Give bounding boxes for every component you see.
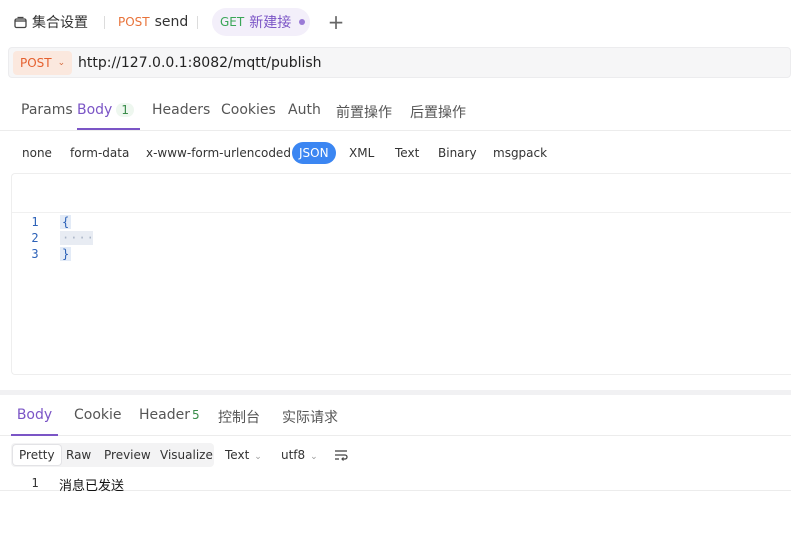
- request-tabs: Params Body 1 Headers Cookies Auth 前置操作 后…: [0, 93, 791, 131]
- tab-actual-request[interactable]: 实际请求: [282, 407, 338, 436]
- editor-toolbar: [12, 174, 791, 213]
- tab-separator: [104, 16, 105, 29]
- tab-auth[interactable]: Auth: [288, 102, 321, 130]
- response-view-toolbar: Pretty Raw Preview Visualize Text ⌄ utf8 ⌄: [11, 443, 791, 467]
- tab-label: 新建接: [249, 15, 292, 31]
- line-number: 1: [31, 476, 39, 490]
- tab-headers[interactable]: Headers: [152, 102, 210, 130]
- code-text: }: [60, 247, 72, 261]
- response-tabs: Body Cookie Header 5 控制台 实际请求: [0, 396, 791, 436]
- select-value: utf8: [281, 448, 306, 462]
- method-label: GET: [220, 15, 245, 29]
- body-type-selector: none form-data x-www-form-urlencoded JSO…: [0, 142, 791, 164]
- tab-response-cookie[interactable]: Cookie: [74, 407, 122, 436]
- url-bar: POST ⌄ http://127.0.0.1:8082/mqtt/publis…: [8, 47, 791, 78]
- method-value: POST: [20, 55, 52, 70]
- chevron-down-icon: ⌄: [310, 452, 318, 462]
- unsaved-dot-icon: [299, 19, 306, 25]
- method-label: POST: [118, 15, 150, 29]
- tab-label: send: [154, 14, 189, 30]
- line-number: 2: [31, 231, 39, 245]
- folder-icon: [14, 16, 27, 29]
- method-select[interactable]: POST ⌄: [13, 50, 72, 75]
- tab-post-operations[interactable]: 后置操作: [410, 102, 466, 130]
- code-line: 3 }: [12, 247, 791, 263]
- url-input[interactable]: http://127.0.0.1:8082/mqtt/publish: [78, 55, 322, 71]
- response-text: 消息已发送: [59, 479, 125, 494]
- count-badge: 5: [191, 408, 200, 422]
- view-mode-group: Pretty Raw Preview Visualize: [11, 443, 214, 467]
- tab-response-body[interactable]: Body: [11, 407, 58, 436]
- body-type-none[interactable]: none: [22, 142, 52, 164]
- count-badge: 1: [116, 103, 134, 117]
- body-type-urlencoded[interactable]: x-www-form-urlencoded: [146, 142, 291, 164]
- tab-post-send[interactable]: POST send: [118, 8, 188, 36]
- tab-cookies[interactable]: Cookies: [221, 102, 276, 130]
- view-preview[interactable]: Preview: [104, 445, 151, 465]
- line-number: 1: [31, 215, 39, 229]
- tab-get-new[interactable]: GET 新建接: [212, 8, 310, 36]
- encoding-select[interactable]: utf8 ⌄: [281, 445, 318, 465]
- view-pretty[interactable]: Pretty: [13, 445, 61, 465]
- chevron-down-icon: ⌄: [254, 452, 262, 462]
- tab-response-header[interactable]: Header 5: [139, 407, 200, 436]
- tab-label: 集合设置: [32, 15, 88, 31]
- add-tab-plus-icon[interactable]: +: [326, 10, 346, 34]
- view-visualize[interactable]: Visualize: [160, 445, 213, 465]
- chevron-down-icon: ⌄: [57, 57, 66, 68]
- tab-label: Body: [77, 102, 113, 118]
- request-tab-bar: 集合设置 POST send GET 新建接 +: [0, 0, 791, 44]
- editor-lines: 1 { 2 ···· 3 }: [12, 215, 791, 263]
- tab-console[interactable]: 控制台: [218, 407, 260, 436]
- code-line: 2 ····: [12, 231, 791, 247]
- body-type-form-data[interactable]: form-data: [70, 142, 129, 164]
- word-wrap-icon[interactable]: [334, 448, 348, 462]
- json-body-editor[interactable]: 1 { 2 ···· 3 }: [11, 173, 791, 375]
- line-number: 3: [31, 247, 39, 261]
- response-output: 1 消息已发送: [0, 475, 791, 494]
- tab-params[interactable]: Params: [21, 102, 73, 130]
- body-type-msgpack[interactable]: msgpack: [493, 142, 547, 164]
- tab-separator: [197, 16, 198, 29]
- format-select[interactable]: Text ⌄: [225, 445, 262, 465]
- tab-pre-operations[interactable]: 前置操作: [336, 102, 392, 130]
- code-line: 1 {: [12, 215, 791, 231]
- body-type-json[interactable]: JSON: [292, 142, 336, 164]
- body-type-xml[interactable]: XML: [349, 142, 374, 164]
- pane-resize-handle[interactable]: [0, 390, 791, 395]
- select-value: Text: [225, 448, 250, 462]
- code-text: ····: [60, 231, 95, 245]
- body-type-binary[interactable]: Binary: [438, 142, 477, 164]
- tab-body[interactable]: Body 1: [77, 102, 140, 130]
- tab-collection-settings[interactable]: 集合设置: [14, 8, 88, 36]
- body-type-text[interactable]: Text: [395, 142, 419, 164]
- code-text: {: [60, 215, 72, 229]
- tab-label: Header: [139, 407, 190, 423]
- view-raw[interactable]: Raw: [66, 445, 91, 465]
